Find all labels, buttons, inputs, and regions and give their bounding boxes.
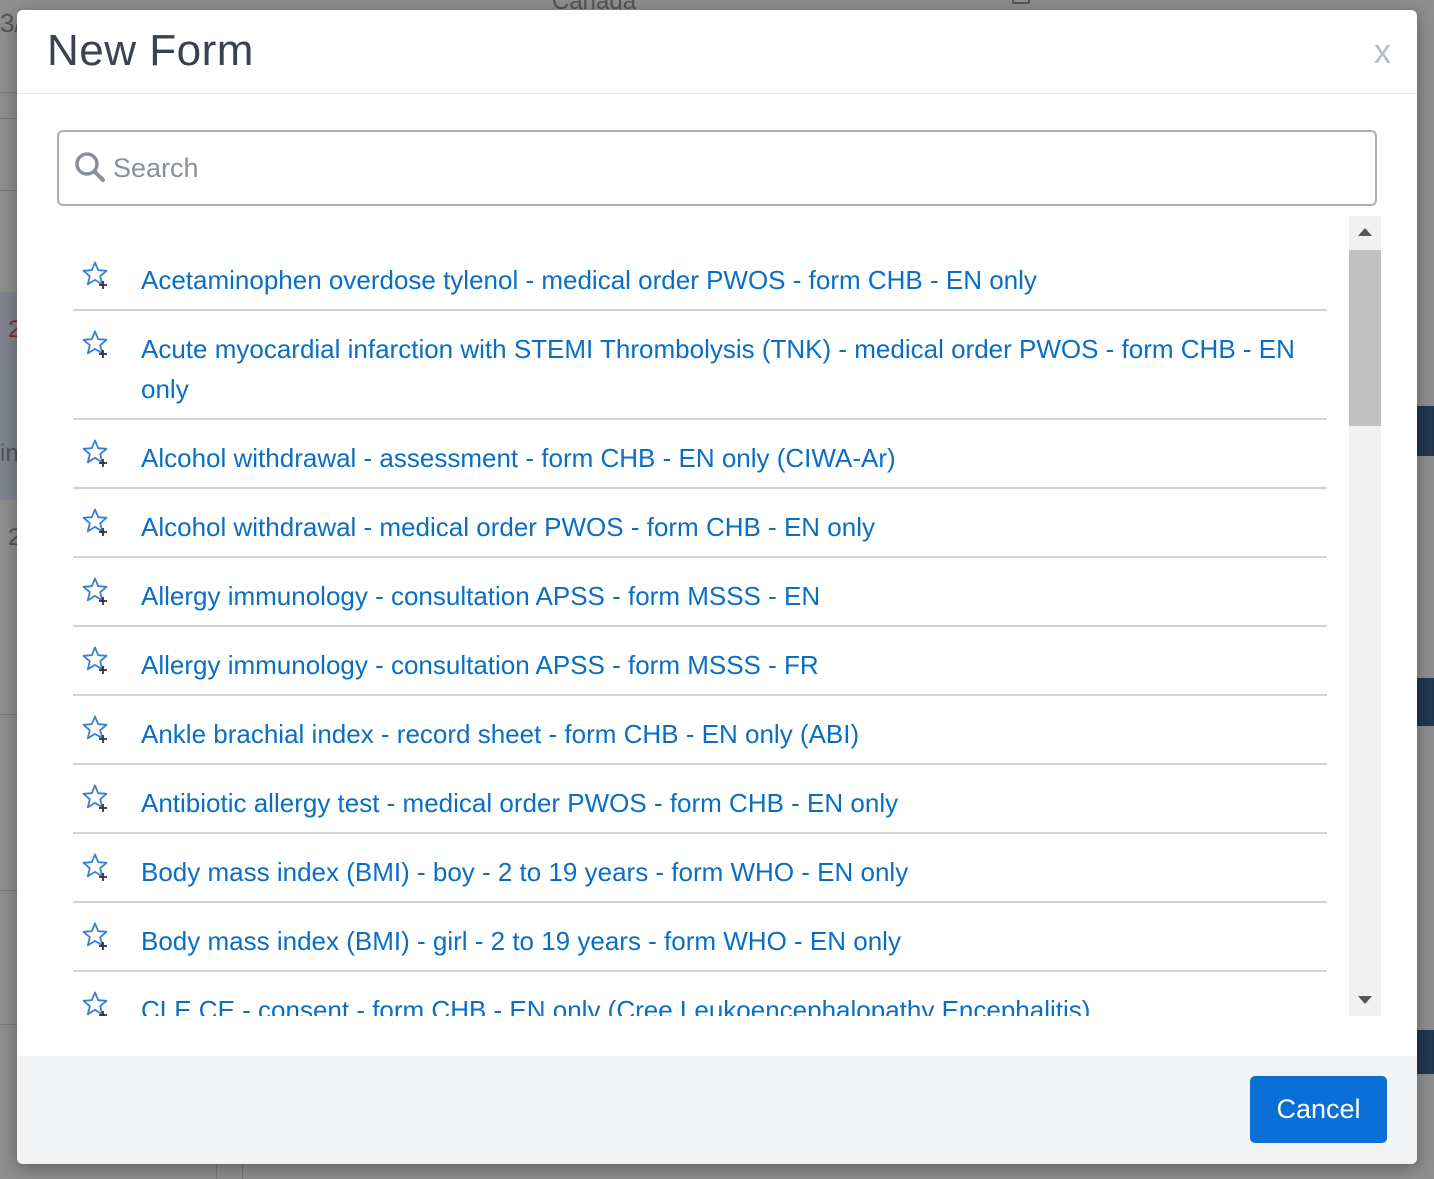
close-icon[interactable]: x: [1374, 32, 1391, 72]
bg-divider: [0, 92, 17, 93]
scroll-down-arrow-icon[interactable]: [1349, 984, 1381, 1014]
favorite-star-icon[interactable]: [81, 714, 111, 744]
favorite-star-icon[interactable]: [81, 921, 111, 951]
form-list-item: Acute myocardial infarction with STEMI T…: [73, 311, 1327, 420]
form-link[interactable]: Acute myocardial infarction with STEMI T…: [73, 311, 1327, 418]
bg-divider: [0, 1024, 17, 1025]
form-list-item: Allergy immunology - consultation APSS -…: [73, 558, 1327, 627]
form-link[interactable]: Body mass index (BMI) - boy - 2 to 19 ye…: [73, 834, 1327, 901]
form-link[interactable]: Alcohol withdrawal - medical order PWOS …: [73, 489, 1327, 556]
search-icon: [75, 152, 105, 182]
favorite-star-icon[interactable]: [81, 990, 111, 1016]
form-link[interactable]: Allergy immunology - consultation APSS -…: [73, 558, 1327, 625]
form-list-item: Acetaminophen overdose tylenol - medical…: [73, 242, 1327, 311]
search-field[interactable]: [57, 130, 1377, 206]
form-link[interactable]: Ankle brachial index - record sheet - fo…: [73, 696, 1327, 763]
favorite-star-icon[interactable]: [81, 507, 111, 537]
favorite-star-icon[interactable]: [81, 329, 111, 359]
form-link[interactable]: Body mass index (BMI) - girl - 2 to 19 y…: [73, 903, 1327, 970]
search-input[interactable]: [113, 146, 1353, 190]
form-list-item: Body mass index (BMI) - girl - 2 to 19 y…: [73, 903, 1327, 972]
form-list-item: Ankle brachial index - record sheet - fo…: [73, 696, 1327, 765]
bg-divider: [0, 190, 17, 191]
scrollbar[interactable]: [1349, 216, 1381, 1016]
dialog-header: New Form x: [17, 10, 1417, 94]
form-list-viewport[interactable]: Acetaminophen overdose tylenol - medical…: [73, 216, 1381, 1016]
scrollbar-thumb[interactable]: [1349, 250, 1381, 426]
new-form-dialog: New Form x Acetaminophen overdose tyleno…: [17, 10, 1417, 1164]
bg-label-text: in: [0, 440, 19, 467]
cancel-button[interactable]: Cancel: [1250, 1076, 1387, 1143]
form-list-item: Alcohol withdrawal - medical order PWOS …: [73, 489, 1327, 558]
favorite-star-icon[interactable]: [81, 783, 111, 813]
bg-divider: [0, 714, 17, 715]
favorite-star-icon[interactable]: [81, 645, 111, 675]
form-link[interactable]: CLE CE - consent - form CHB - EN only (C…: [73, 972, 1327, 1016]
bg-divider: [0, 118, 17, 119]
dialog-footer: Cancel: [17, 1056, 1417, 1164]
favorite-star-icon[interactable]: [81, 852, 111, 882]
form-link[interactable]: Acetaminophen overdose tylenol - medical…: [73, 242, 1327, 309]
bg-nav-block: [1417, 678, 1434, 726]
favorite-star-icon[interactable]: [81, 260, 111, 290]
bg-divider: [242, 1164, 243, 1179]
form-link[interactable]: Allergy immunology - consultation APSS -…: [73, 627, 1327, 694]
form-list-item: Antibiotic allergy test - medical order …: [73, 765, 1327, 834]
form-list-item: CLE CE - consent - form CHB - EN only (C…: [73, 972, 1327, 1016]
dialog-title: New Form: [47, 26, 254, 75]
scroll-up-arrow-icon[interactable]: [1349, 218, 1381, 248]
bg-divider: [0, 890, 17, 891]
favorite-star-icon[interactable]: [81, 438, 111, 468]
form-list: Acetaminophen overdose tylenol - medical…: [73, 242, 1327, 1016]
bg-checkbox: [1012, 0, 1030, 4]
form-list-item: Allergy immunology - consultation APSS -…: [73, 627, 1327, 696]
form-list-item: Alcohol withdrawal - assessment - form C…: [73, 420, 1327, 489]
form-link[interactable]: Alcohol withdrawal - assessment - form C…: [73, 420, 1327, 487]
form-link[interactable]: Antibiotic allergy test - medical order …: [73, 765, 1327, 832]
bg-divider: [216, 1164, 217, 1179]
form-list-item: Body mass index (BMI) - boy - 2 to 19 ye…: [73, 834, 1327, 903]
bg-nav-block: [1417, 406, 1434, 456]
favorite-star-icon[interactable]: [81, 576, 111, 606]
bg-nav-block: [1417, 1030, 1434, 1074]
